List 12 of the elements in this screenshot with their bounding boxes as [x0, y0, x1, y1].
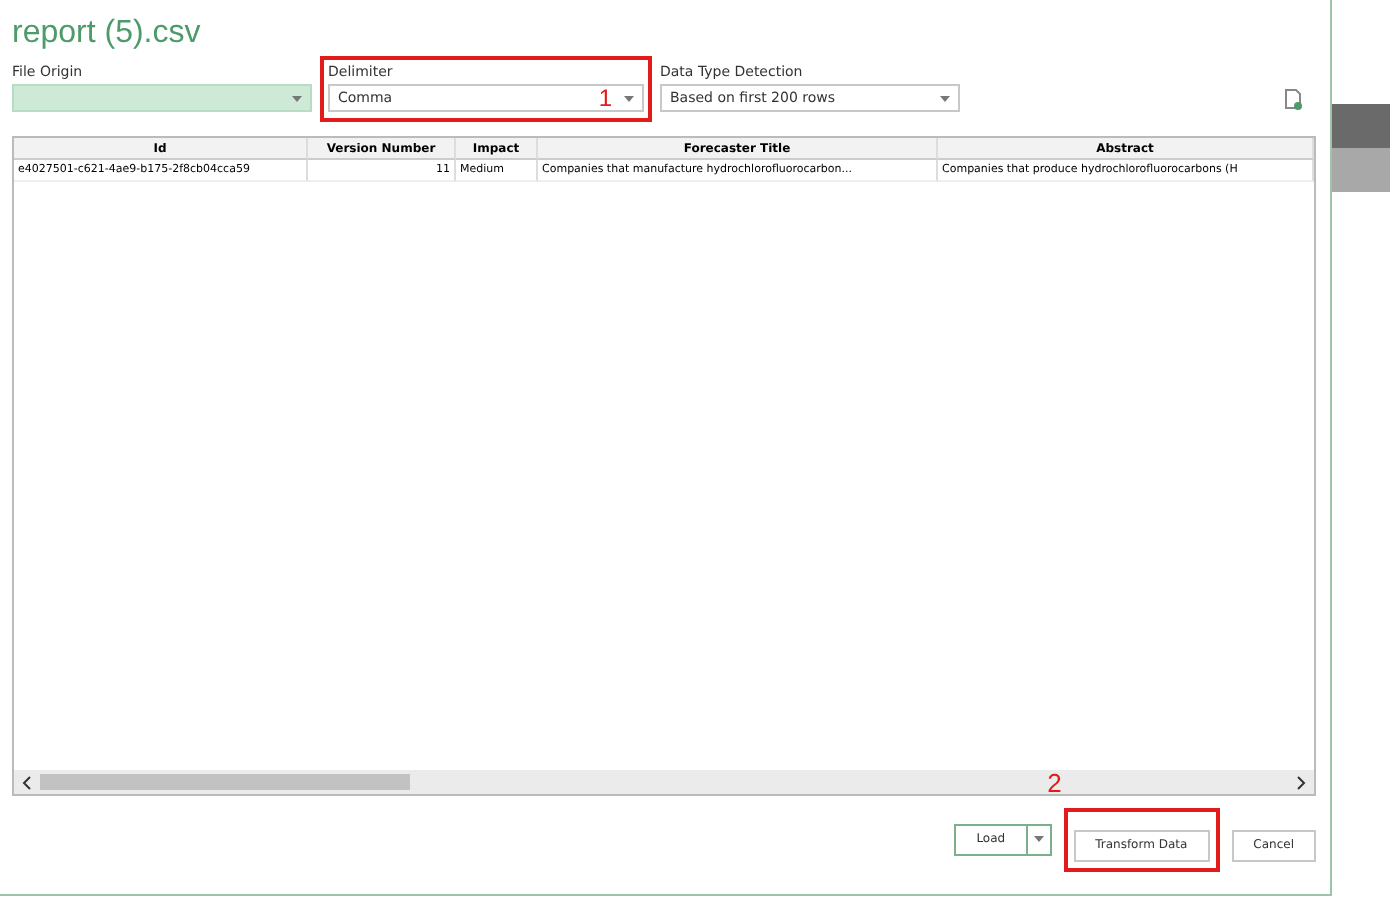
- caret-icon: [292, 95, 302, 101]
- annotation-number: 1: [598, 84, 612, 112]
- horizontal-scrollbar[interactable]: [14, 770, 1314, 794]
- chevron-left-icon[interactable]: [22, 775, 32, 789]
- caret-icon: [1033, 836, 1044, 843]
- annotation-number: 2: [1047, 768, 1062, 798]
- document-icon[interactable]: [1284, 88, 1302, 110]
- caret-icon: [624, 95, 634, 101]
- dropdown-arrow-button[interactable]: [1027, 823, 1052, 856]
- chevron-right-icon[interactable]: [1296, 775, 1306, 789]
- caret-icon: [940, 95, 950, 101]
- window-title: report (5).csv: [12, 16, 203, 54]
